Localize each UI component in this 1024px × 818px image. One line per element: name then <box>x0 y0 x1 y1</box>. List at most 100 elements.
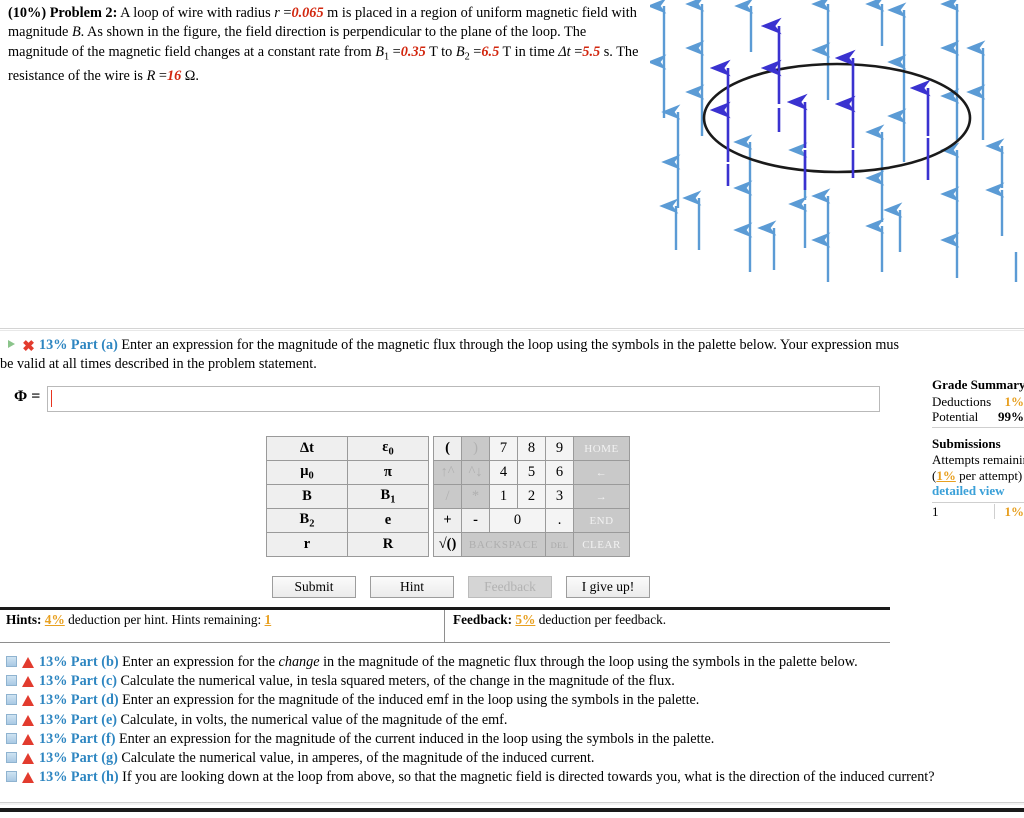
palette-key-7[interactable]: 7 <box>489 436 518 461</box>
part-row-partc[interactable]: 13% Part (c) Calculate the numerical val… <box>0 672 1024 691</box>
hints-remaining: 1 <box>264 612 272 627</box>
part-expand-icon[interactable] <box>6 771 17 783</box>
part-label[interactable]: Part (c) <box>71 673 117 689</box>
feedback-cell: Feedback: 5% deduction per feedback. <box>445 610 890 643</box>
palette-key-multiply: * <box>461 484 490 509</box>
palette-key-superscript-up: ↑^ <box>433 460 462 485</box>
palette-row-5: r R √() BACKSPACE DEL CLEAR <box>266 532 630 557</box>
palette-key-divide: / <box>433 484 462 509</box>
problem-title: Problem 2: <box>49 5 118 21</box>
bottom-black-bar <box>0 808 1024 812</box>
deductions-label: Deductions <box>932 393 992 409</box>
per-attempt-pct: 1% <box>936 467 956 483</box>
part-text: Enter an expression for the magnitude of… <box>115 730 715 747</box>
answer-row: Φ = <box>0 386 900 414</box>
palette-key-epsilon0[interactable]: ε0 <box>347 436 429 461</box>
palette-key-delta-t[interactable]: Δt <box>266 436 348 461</box>
part-label[interactable]: Part (g) <box>71 750 118 766</box>
part-label[interactable]: Part (f) <box>71 731 116 747</box>
part-a-text-line1: Enter an expression for the magnitude of… <box>121 337 900 353</box>
part-label[interactable]: Part (e) <box>71 712 117 728</box>
part-row-parte[interactable]: 13% Part (e) Calculate, in volts, the nu… <box>0 711 1024 730</box>
problem-line4a: to <box>441 43 456 60</box>
problem-statement-area: (10%) Problem 2: A loop of wire with rad… <box>0 0 1024 331</box>
part-expand-icon[interactable] <box>6 694 17 706</box>
palette-key-arrow-right: → <box>573 484 630 509</box>
palette-key-r[interactable]: r <box>266 532 348 557</box>
part-row-partf[interactable]: 13% Part (f) Enter an expression for the… <box>0 730 1024 749</box>
palette-key-8[interactable]: 8 <box>517 436 546 461</box>
part-text: Calculate, in volts, the numerical value… <box>117 711 508 728</box>
submission-value: 1% <box>993 503 1024 519</box>
part-text: Calculate the numerical value, in ampere… <box>117 750 595 767</box>
palette-key-e[interactable]: e <box>347 508 429 533</box>
palette-key-B1[interactable]: B1 <box>347 484 429 509</box>
palette-key-9[interactable]: 9 <box>545 436 574 461</box>
palette-key-open-paren[interactable]: ( <box>433 436 462 461</box>
b1-eq: = <box>389 43 401 60</box>
symbol-B1: B <box>375 43 384 60</box>
play-icon[interactable] <box>6 339 17 350</box>
per-attempt-line: (1% per attempt) <box>932 468 1024 484</box>
part-expand-icon[interactable] <box>6 732 17 744</box>
palette-key-backspace: BACKSPACE <box>461 532 546 557</box>
bottom-rule <box>0 802 1024 805</box>
palette-key-B2[interactable]: B2 <box>266 508 348 533</box>
problem-line3b: T <box>425 43 438 60</box>
problem-percent: (10%) <box>8 5 47 21</box>
symbol-B2: B <box>455 43 465 60</box>
palette-key-3[interactable]: 3 <box>545 484 574 509</box>
submission-index: 1 <box>932 503 939 519</box>
magnetic-field-figure <box>650 0 1024 290</box>
part-row-partg[interactable]: 13% Part (g) Calculate the numerical val… <box>0 749 1024 768</box>
palette-key-6[interactable]: 6 <box>545 460 574 485</box>
part-label[interactable]: Part (b) <box>71 654 119 670</box>
hints-percent: 4% <box>44 612 65 627</box>
grade-summary-panel: Grade Summary Deductions 1% Potential 99… <box>932 377 1024 519</box>
palette-key-2[interactable]: 2 <box>517 484 546 509</box>
part-row-partb[interactable]: 13% Part (b) Enter an expression for the… <box>0 653 1024 672</box>
r-eq: = <box>279 5 292 21</box>
palette-key-1[interactable]: 1 <box>489 484 518 509</box>
symbol-delta-t: Δt <box>558 43 571 60</box>
palette-key-mu0[interactable]: μ0 <box>266 460 348 485</box>
detailed-view-link[interactable]: detailed view <box>932 483 1024 499</box>
palette-key-decimal[interactable]: . <box>545 508 574 533</box>
part-expand-icon[interactable] <box>6 713 17 725</box>
part-expand-icon[interactable] <box>6 752 17 764</box>
hints-feedback-bar: Hints: 4% deduction per hint. Hints rema… <box>0 607 890 645</box>
problem-line1a: A loop of wire with radius <box>120 5 275 21</box>
grade-row-deductions: Deductions 1% <box>932 394 1024 410</box>
palette-key-5[interactable]: 5 <box>517 460 546 485</box>
palette-key-0[interactable]: 0 <box>489 508 546 533</box>
part-row-partd[interactable]: 13% Part (d) Enter an expression for the… <box>0 691 1024 710</box>
part-percent: 13% <box>39 750 71 767</box>
give-up-button[interactable]: I give up! <box>566 576 650 598</box>
value-delta-t: 5.5 <box>582 43 601 60</box>
palette-key-minus[interactable]: - <box>461 508 490 533</box>
part-expand-icon[interactable] <box>6 656 17 667</box>
palette-key-4[interactable]: 4 <box>489 460 518 485</box>
submit-button[interactable]: Submit <box>272 576 356 598</box>
problem-line4d: Ω. <box>181 67 200 84</box>
palette-row-2: μ0 π ↑^ ^↓ 4 5 6 ← <box>266 460 630 485</box>
palette-key-pi[interactable]: π <box>347 460 429 485</box>
value-r: 0.065 <box>291 5 324 21</box>
part-row-parth[interactable]: 13% Part (h) If you are looking down at … <box>0 768 1024 787</box>
answer-input[interactable] <box>47 386 880 412</box>
part-expand-icon[interactable] <box>6 675 17 687</box>
palette-key-plus[interactable]: + <box>433 508 462 533</box>
warning-triangle-icon <box>22 714 34 726</box>
problem-statement-text: (10%) Problem 2: A loop of wire with rad… <box>8 4 648 86</box>
grade-summary-title: Grade Summary <box>932 377 1024 392</box>
part-a-header: ✖ 13% Part (a) Enter an expression for th… <box>0 336 1024 355</box>
palette-key-superscript-down: ^↓ <box>461 460 490 485</box>
part-label[interactable]: Part (d) <box>71 692 119 708</box>
palette-key-sqrt[interactable]: √() <box>433 532 462 557</box>
part-label[interactable]: Part (h) <box>71 769 119 785</box>
hint-button[interactable]: Hint <box>370 576 454 598</box>
part-a-label[interactable]: Part (a) <box>71 337 118 353</box>
palette-key-B[interactable]: B <box>266 484 348 509</box>
palette-key-R[interactable]: R <box>347 532 429 557</box>
hints-cell: Hints: 4% deduction per hint. Hints rema… <box>0 610 445 643</box>
